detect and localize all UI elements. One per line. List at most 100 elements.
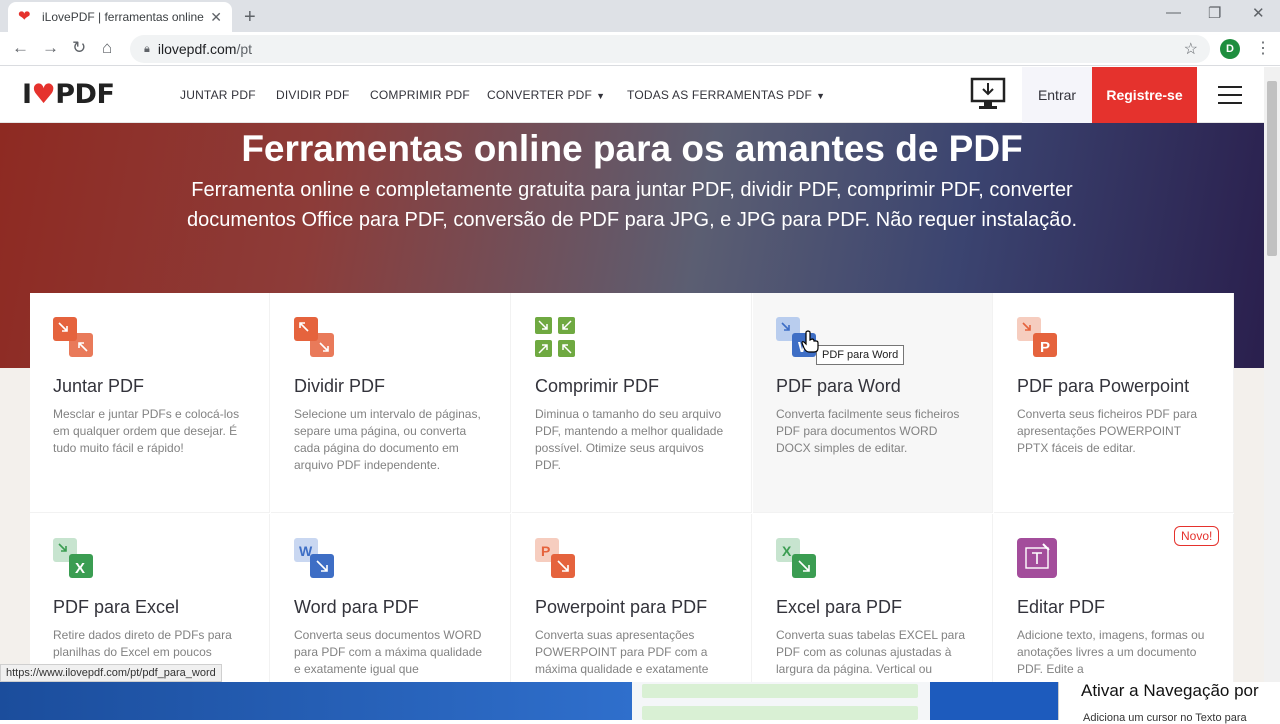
url-text: ilovepdf.com/pt bbox=[158, 41, 252, 57]
back-icon[interactable]: ← bbox=[12, 38, 29, 58]
dialog-title: Ativar a Navegação por bbox=[1081, 681, 1259, 700]
browser-tab-bar: ❤ iLovePDF | ferramentas online pa ✕ + —… bbox=[0, 0, 1280, 32]
url-path: /pt bbox=[236, 41, 253, 57]
minimize-icon[interactable]: — bbox=[1166, 4, 1181, 21]
background-window-left bbox=[0, 682, 632, 720]
register-button[interactable]: Registre-se bbox=[1092, 67, 1197, 123]
site-header: I♥PDF JUNTAR PDF DIVIDIR PDF COMPRIMIR P… bbox=[0, 67, 1268, 123]
logo-i: I bbox=[22, 79, 32, 110]
hamburger-menu-icon[interactable] bbox=[1218, 86, 1242, 104]
address-bar[interactable]: 🔒︎ ilovepdf.com/pt ☆ bbox=[130, 35, 1210, 63]
profile-avatar[interactable]: D bbox=[1220, 39, 1240, 59]
svg-text:P: P bbox=[1040, 339, 1050, 356]
nav-dividir-pdf[interactable]: DIVIDIR PDF bbox=[276, 88, 350, 102]
dialog-subtitle: Adiciona um cursor no Texto para bbox=[1083, 712, 1247, 724]
compress-icon bbox=[535, 317, 575, 357]
split-icon bbox=[294, 317, 334, 357]
scrollbar-thumb[interactable] bbox=[1267, 81, 1277, 256]
caret-down-icon: ▼ bbox=[816, 91, 826, 101]
nav-comprimir-pdf[interactable]: COMPRIMIR PDF bbox=[370, 88, 470, 102]
heart-favicon-icon: ❤ bbox=[18, 8, 31, 25]
tool-title: PDF para Excel bbox=[53, 597, 180, 617]
excel-icon: X bbox=[776, 538, 816, 578]
svg-text:P: P bbox=[541, 543, 550, 559]
maximize-icon[interactable]: ❐ bbox=[1208, 4, 1221, 22]
excel-icon: X bbox=[53, 538, 93, 578]
tool-card-comprimir-pdf[interactable]: Comprimir PDF Diminua o tamanho do seu a… bbox=[512, 293, 752, 513]
tool-title: Dividir PDF bbox=[294, 376, 386, 396]
background-bar bbox=[642, 684, 918, 698]
tool-description: Adicione texto, imagens, formas ou anota… bbox=[1017, 628, 1205, 676]
tool-description: Converta suas tabelas EXCEL para PDF com… bbox=[776, 628, 965, 676]
tool-card-excel-para-pdf[interactable]: X Excel para PDF Converta suas tabelas E… bbox=[753, 514, 993, 682]
tool-description: Selecione um intervalo de páginas, separ… bbox=[294, 407, 481, 472]
tab-close-icon[interactable]: ✕ bbox=[210, 9, 222, 26]
tool-card-juntar-pdf[interactable]: Juntar PDF Mesclar e juntar PDFs e coloc… bbox=[30, 293, 270, 513]
merge-icon bbox=[53, 317, 93, 357]
new-badge: Novo! bbox=[1174, 526, 1220, 546]
login-button[interactable]: Entrar bbox=[1022, 67, 1092, 123]
caret-browsing-dialog: Ativar a Navegação por Adiciona um curso… bbox=[1058, 681, 1280, 724]
background-window-overlay: Ativar a Navegação por Adiciona um curso… bbox=[0, 681, 1280, 724]
tool-description: Retire dados direto de PDFs para planilh… bbox=[53, 628, 232, 659]
tab-title: iLovePDF | ferramentas online pa bbox=[42, 10, 206, 24]
tool-title: Word para PDF bbox=[294, 597, 419, 617]
tool-card-dividir-pdf[interactable]: Dividir PDF Selecione um intervalo de pá… bbox=[271, 293, 511, 513]
tool-card-pdf-para-excel[interactable]: X PDF para Excel Retire dados direto de … bbox=[30, 514, 270, 682]
hero-title: Ferramentas online para os amantes de PD… bbox=[241, 128, 1023, 169]
tool-title: Editar PDF bbox=[1017, 597, 1106, 617]
tool-title: Excel para PDF bbox=[776, 597, 903, 617]
background-window-right bbox=[930, 682, 1058, 720]
nav-todas-label: TODAS AS FERRAMENTAS PDF bbox=[627, 88, 813, 102]
svg-text:X: X bbox=[75, 560, 85, 577]
svg-text:X: X bbox=[782, 543, 792, 559]
caret-down-icon: ▼ bbox=[596, 91, 606, 101]
edit-icon bbox=[1017, 538, 1057, 578]
lock-icon: 🔒︎ bbox=[144, 42, 150, 55]
tool-card-pdf-para-powerpoint[interactable]: P PDF para Powerpoint Converta seus fich… bbox=[994, 293, 1234, 513]
nav-converter-label: CONVERTER PDF bbox=[487, 88, 593, 102]
svg-text:W: W bbox=[299, 543, 313, 559]
new-tab-icon[interactable]: + bbox=[244, 6, 256, 29]
tool-description: Mesclar e juntar PDFs e colocá-los em qu… bbox=[53, 407, 240, 455]
browser-toolbar: ← → ↻ ⌂ 🔒︎ ilovepdf.com/pt ☆ D ⋮ bbox=[0, 32, 1280, 66]
word-icon: W bbox=[294, 538, 334, 578]
nav-juntar-pdf[interactable]: JUNTAR PDF bbox=[180, 88, 256, 102]
tooltip: PDF para Word bbox=[816, 345, 905, 365]
tool-title: PDF para Word bbox=[776, 376, 901, 396]
tool-title: Powerpoint para PDF bbox=[535, 597, 708, 617]
background-bar bbox=[642, 706, 918, 720]
tool-description: Diminua o tamanho do seu arquivo PDF, ma… bbox=[535, 407, 724, 472]
forward-icon[interactable]: → bbox=[42, 38, 59, 58]
tool-description: Converta facilmente seus ficheiros PDF p… bbox=[776, 407, 960, 455]
tool-card-powerpoint-para-pdf[interactable]: P Powerpoint para PDF Converta suas apre… bbox=[512, 514, 752, 682]
nav-converter-pdf[interactable]: CONVERTER PDF ▼ bbox=[487, 88, 605, 102]
browser-menu-icon[interactable]: ⋮ bbox=[1255, 38, 1271, 58]
tools-grid: Juntar PDF Mesclar e juntar PDFs e coloc… bbox=[30, 293, 1234, 682]
hand-cursor-icon bbox=[801, 330, 819, 353]
close-window-icon[interactable]: ✕ bbox=[1252, 4, 1265, 22]
desktop-download-icon[interactable] bbox=[970, 77, 1006, 111]
tool-description: Converta seus ficheiros PDF para apresen… bbox=[1017, 407, 1198, 455]
powerpoint-icon: P bbox=[1017, 317, 1057, 357]
logo-pdf: PDF bbox=[55, 79, 115, 110]
bookmark-star-icon[interactable]: ☆ bbox=[1184, 39, 1198, 59]
tool-title: Juntar PDF bbox=[53, 376, 145, 396]
tool-title: PDF para Powerpoint bbox=[1017, 376, 1190, 396]
powerpoint-icon: P bbox=[535, 538, 575, 578]
hero-subtitle: Ferramenta online e completamente gratui… bbox=[186, 179, 1078, 231]
browser-tab[interactable]: ❤ iLovePDF | ferramentas online pa ✕ bbox=[8, 2, 232, 32]
tool-card-word-para-pdf[interactable]: W Word para PDF Converta seus documentos… bbox=[271, 514, 511, 682]
url-host: ilovepdf.com bbox=[157, 41, 237, 57]
tool-description: Converta seus documentos WORD para PDF c… bbox=[294, 628, 483, 676]
reload-icon[interactable]: ↻ bbox=[72, 38, 86, 58]
ilovepdf-logo[interactable]: I♥PDF bbox=[22, 79, 115, 110]
tool-card-pdf-para-word[interactable]: W PDF para Word Converta facilmente seus… bbox=[753, 293, 993, 513]
home-icon[interactable]: ⌂ bbox=[102, 38, 112, 58]
page-scrollbar[interactable] bbox=[1264, 67, 1280, 682]
tool-description: Converta suas apresentações POWERPOINT p… bbox=[535, 628, 709, 676]
background-window-middle bbox=[632, 682, 930, 720]
nav-todas-ferramentas[interactable]: TODAS AS FERRAMENTAS PDF ▼ bbox=[627, 88, 825, 102]
heart-icon: ♥ bbox=[31, 79, 56, 110]
tool-title: Comprimir PDF bbox=[535, 376, 659, 396]
